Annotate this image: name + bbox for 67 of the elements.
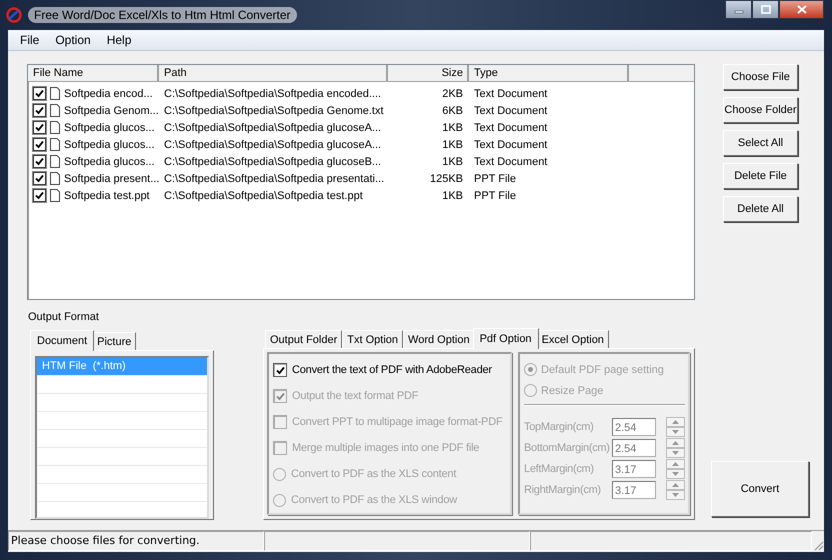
table-cell-text: 1KB (441, 190, 464, 202)
tab[interactable]: Excel Option (536, 330, 609, 348)
action-button[interactable]: Delete File (723, 163, 798, 189)
table-cell-text: C:\Softpedia\Softpedia\Softpedia glucoseB... (163, 156, 382, 168)
table-cell-text: C:\Softpedia\Softpedia\Softpedia test.ppt (163, 190, 364, 202)
table-cell-text: 1KB (441, 122, 464, 134)
margin-field[interactable]: 3.17 (612, 460, 656, 478)
tab[interactable]: Pdf Option (472, 328, 539, 349)
column-header[interactable]: File Name (28, 65, 159, 81)
tab[interactable]: Document (30, 330, 94, 351)
table-cell: Softpedia encod... (64, 88, 153, 100)
table-cell-text: C:\Softpedia\Softpedia\Softpedia glucoseA... (163, 138, 382, 150)
convert-button[interactable]: Convert (711, 461, 809, 517)
action-button[interactable]: Delete All (723, 196, 798, 222)
table-cell-text: Text Document (473, 138, 548, 150)
window-title: Free Word/Doc Excel/Xls to Htm Html Converter (28, 7, 297, 23)
field-label: LeftMargin(cm) (524, 462, 595, 474)
margin-field[interactable]: 2.54 (612, 438, 656, 456)
table-cell-text: Text Document (473, 156, 548, 168)
table-cell-text: C:\Softpedia\Softpedia\Softpedia glucoseA... (163, 122, 382, 134)
table-cell: Softpedia Genom... (64, 104, 159, 116)
table-cell: Softpedia test.ppt (64, 190, 150, 202)
table-cell: Softpedia glucos... (64, 156, 155, 168)
table-cell-text: 1KB (441, 156, 464, 168)
table-cell-text: PPT File (473, 190, 517, 202)
table-cell: Softpedia glucos... (64, 122, 155, 134)
column-header[interactable]: Path (159, 65, 388, 81)
table-cell-text: C:\Softpedia\Softpedia\Softpedia encoded.... (163, 88, 382, 100)
table-cell-text: Text Document (473, 104, 548, 116)
margin-field[interactable]: 3.17 (612, 480, 656, 498)
field-label: BottomMargin(cm) (524, 442, 611, 454)
table-cell-text: PPT File (473, 172, 517, 184)
menu-item[interactable]: File (12, 33, 48, 47)
option-label: Convert PPT to multipage image format-PDF (292, 416, 502, 428)
tab[interactable]: Txt Option (342, 330, 404, 348)
table-cell: Softpedia glucos... (64, 138, 155, 150)
margin-field[interactable]: 2.54 (612, 418, 656, 436)
table-cell-text: 6KB (441, 104, 464, 116)
menu-item[interactable]: Option (47, 33, 99, 47)
option-label: Convert to PDF as the XLS content (291, 468, 456, 480)
column-header[interactable]: Type (469, 65, 629, 81)
status-text: Please choose files for converting. (8, 531, 264, 551)
action-button[interactable]: Select All (723, 130, 798, 156)
table-cell-text: Text Document (473, 122, 548, 134)
table-cell-text: C:\Softpedia\Softpedia\Softpedia presentati... (163, 172, 386, 184)
action-button[interactable]: Choose Folder (723, 97, 798, 123)
table-cell-text: 2KB (441, 88, 464, 100)
table-cell: Softpedia present... (64, 172, 160, 184)
table-cell-text: 1KB (441, 138, 464, 150)
column-header[interactable]: Size (388, 65, 469, 81)
tab[interactable]: Word Option (403, 330, 475, 348)
tab[interactable]: Picture (92, 332, 136, 350)
option-label: Convert to PDF as the XLS window (291, 494, 458, 506)
option-label: Convert the text of PDF with AdobeReader (292, 364, 492, 376)
action-button[interactable]: Choose File (723, 64, 798, 90)
menu-item[interactable]: Help (98, 33, 140, 47)
table-cell-text: C:\Softpedia\Softpedia\Softpedia Genome.txt (163, 104, 385, 116)
field-label: TopMargin(cm) (524, 420, 594, 432)
option-label: Resize Page (541, 384, 604, 396)
table-cell-text: 125KB (428, 172, 464, 184)
option-label: Merge multiple images into one PDF file (292, 442, 480, 454)
table-cell-text: Text Document (473, 88, 548, 100)
option-label: Output the text format PDF (292, 390, 418, 402)
section-label: Output Format (28, 311, 100, 323)
field-label: RightMargin(cm) (524, 484, 602, 496)
option-label: Default PDF page setting (541, 364, 664, 376)
tab[interactable]: Output Folder (265, 330, 342, 348)
